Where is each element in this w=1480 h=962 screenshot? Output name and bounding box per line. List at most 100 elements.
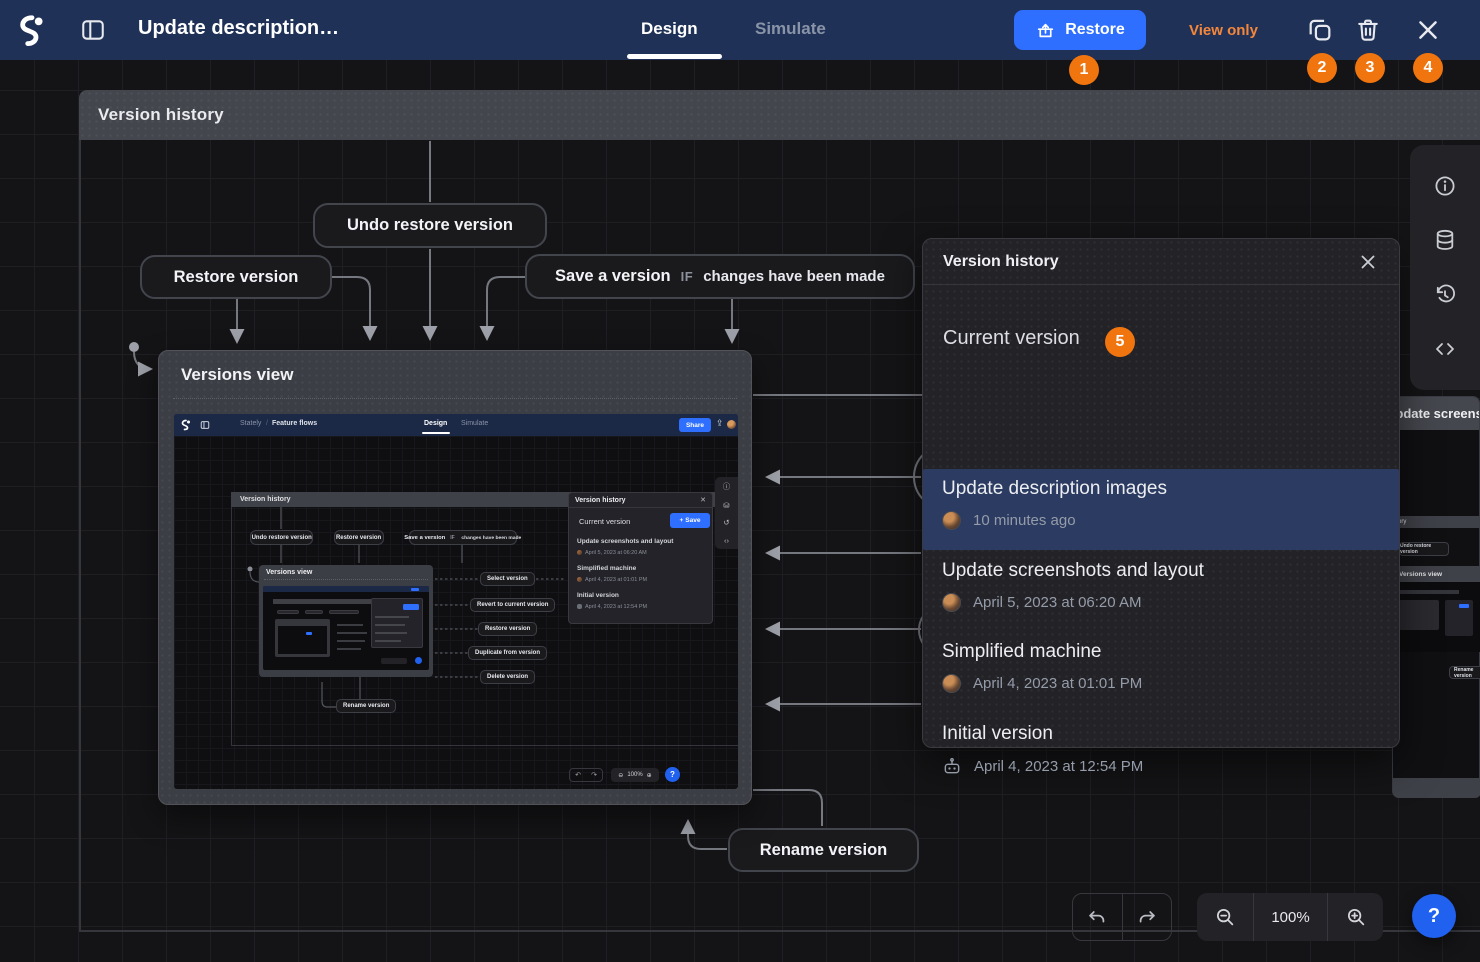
zoom-in-icon bbox=[1345, 906, 1367, 928]
current-version-label[interactable]: Current version bbox=[943, 327, 1080, 350]
avatar bbox=[942, 593, 961, 612]
tab-design[interactable]: Design bbox=[641, 19, 698, 39]
version-item-update-description[interactable]: Update description images 10 minutes ago bbox=[923, 469, 1399, 550]
version-item-simplified-machine[interactable]: Simplified machine April 4, 2023 at 01:0… bbox=[923, 632, 1399, 713]
nano-label bbox=[337, 640, 365, 642]
robot-icon bbox=[942, 756, 962, 776]
info-icon[interactable] bbox=[1433, 174, 1457, 198]
nano-frame-bar bbox=[273, 599, 373, 604]
zoom-level[interactable]: 100% bbox=[1253, 893, 1327, 941]
state-update-screenshots-node[interactable]: Update screenshots and… Version history … bbox=[1392, 396, 1480, 798]
help-label: ? bbox=[1428, 905, 1440, 928]
state-restore-version[interactable]: Restore version bbox=[140, 255, 332, 299]
code-icon[interactable] bbox=[1433, 337, 1457, 361]
mini-state-save: Save a version IF changes have been made bbox=[409, 530, 517, 545]
data-model-icon[interactable] bbox=[1433, 228, 1457, 252]
redo-button[interactable] bbox=[1122, 894, 1172, 940]
nano-text bbox=[375, 632, 407, 634]
nano-save-button bbox=[306, 632, 312, 635]
state-rename-version[interactable]: Rename version bbox=[728, 828, 919, 872]
nano-text bbox=[375, 624, 405, 626]
mini-code-icon: ‹› bbox=[724, 536, 729, 545]
nano-box bbox=[1399, 600, 1439, 630]
annotation-badge-current-version: 5 bbox=[1105, 327, 1135, 357]
mini-save-button: + Save bbox=[670, 513, 710, 528]
mini-label-select-version: Select version bbox=[480, 572, 535, 586]
nano-text bbox=[375, 640, 401, 642]
nano-pill bbox=[329, 610, 359, 614]
mini-plus-icon: + bbox=[680, 517, 684, 524]
zoom-controls: 100% bbox=[1197, 893, 1383, 941]
mini-versions-view-title: Versions view bbox=[266, 569, 312, 576]
mini-versions-view-header: Versions view bbox=[259, 565, 433, 579]
mini-current-version-label: Current version bbox=[579, 517, 630, 526]
avatar bbox=[942, 511, 961, 530]
right-node-title: Update screenshots and… bbox=[1393, 406, 1479, 421]
mini-help-button: ? bbox=[665, 767, 680, 782]
state-label: Undo restore version bbox=[347, 216, 513, 235]
tab-simulate[interactable]: Simulate bbox=[755, 19, 826, 39]
panel-close-icon[interactable] bbox=[1357, 251, 1379, 273]
machine-title[interactable]: Update description… bbox=[138, 17, 339, 40]
nano-share-button bbox=[411, 588, 419, 591]
mini-right-toolbar: ⓘ ⛁ ↺ ‹› bbox=[715, 477, 738, 549]
app-window: Version history bbox=[0, 0, 1480, 962]
mini-state-versions-view: Versions view bbox=[259, 565, 433, 677]
mini-avatar bbox=[577, 577, 582, 582]
nano-save-button bbox=[1459, 604, 1469, 608]
version-history-icon[interactable] bbox=[1433, 283, 1457, 307]
mini-data-icon: ⛁ bbox=[723, 501, 729, 510]
delete-icon[interactable] bbox=[1354, 16, 1382, 44]
state-label: Restore version bbox=[174, 268, 299, 287]
version-item-timestamp: April 4, 2023 at 01:01 PM bbox=[973, 675, 1142, 692]
version-item-initial-version[interactable]: Initial version April 4, 2023 at 12:54 P… bbox=[923, 714, 1399, 795]
mini-guard-keyword: IF bbox=[450, 535, 454, 541]
nano-screenshot bbox=[263, 586, 429, 670]
editor-canvas[interactable]: Version history bbox=[0, 60, 1480, 962]
state-save-a-version[interactable]: Save a version IF changes have been made bbox=[525, 254, 915, 299]
mini-label-rename: Rename version bbox=[336, 699, 396, 713]
stately-logo-icon[interactable] bbox=[16, 14, 48, 46]
annotation-badge-duplicate: 2 bbox=[1307, 53, 1337, 83]
mini-state-label: Undo restore version bbox=[251, 534, 311, 540]
embedded-screenshot: Stately / Feature flows Design Simulate … bbox=[174, 414, 738, 789]
sidebar-toggle-icon[interactable] bbox=[80, 17, 106, 43]
state-label: Rename version bbox=[760, 841, 887, 860]
mini-close-icon: ✕ bbox=[700, 496, 706, 504]
mini-label-duplicate: Duplicate from version bbox=[468, 646, 547, 660]
zoom-out-button[interactable] bbox=[1197, 893, 1253, 941]
mini-state-label: Save a version bbox=[404, 534, 445, 540]
nano-help-button bbox=[415, 657, 422, 664]
state-undo-restore-version[interactable]: Undo restore version bbox=[313, 203, 547, 248]
right-node-header: Update screenshots and… bbox=[1393, 397, 1479, 430]
mini-state-label: Restore version bbox=[336, 534, 381, 540]
versions-view-header[interactable]: Versions view bbox=[159, 351, 751, 398]
restore-button[interactable]: Restore bbox=[1014, 10, 1146, 50]
mini-history-icon: ↺ bbox=[723, 518, 729, 527]
mini-zoom-out-icon: ⊖ bbox=[618, 772, 623, 779]
nano-zoom-controls bbox=[381, 658, 407, 664]
state-versions-view[interactable]: Versions view Stately / Feature fl bbox=[158, 350, 752, 805]
mini-panel-title: Version history bbox=[575, 497, 626, 504]
help-button[interactable]: ? bbox=[1412, 894, 1456, 938]
divider bbox=[173, 398, 737, 399]
redo-icon bbox=[1136, 906, 1158, 928]
mini-bottom-controls: ↶↷ ⊖ 100% ⊕ ? bbox=[569, 766, 679, 786]
undo-button[interactable] bbox=[1073, 894, 1122, 940]
mini-state-restore: Restore version bbox=[334, 530, 384, 545]
mini-zoom-controls: ⊖ 100% ⊕ bbox=[611, 768, 659, 782]
close-icon[interactable] bbox=[1414, 16, 1442, 44]
nano-pill bbox=[277, 610, 299, 614]
zoom-in-button[interactable] bbox=[1327, 893, 1383, 941]
panel-header: Version history bbox=[923, 239, 1399, 285]
version-item-meta: April 4, 2023 at 12:54 PM bbox=[942, 756, 1380, 776]
mini-zoom-in-icon: ⊕ bbox=[647, 772, 652, 779]
version-item-meta: April 5, 2023 at 06:20 AM bbox=[942, 593, 1380, 612]
version-item-update-screenshots[interactable]: Update screenshots and layout April 5, 2… bbox=[923, 551, 1399, 632]
rn-pill-undo-restore: Undo restore version bbox=[1399, 542, 1449, 556]
rn-screen bbox=[1393, 582, 1480, 652]
duplicate-icon[interactable] bbox=[1306, 16, 1334, 44]
mini-label-revert: Revert to current version bbox=[470, 598, 555, 612]
mini-version-item-date: April 5, 2023 at 06:20 AM bbox=[585, 550, 647, 556]
mini-version-history-panel: Version history ✕ Current version + Save… bbox=[568, 492, 713, 624]
